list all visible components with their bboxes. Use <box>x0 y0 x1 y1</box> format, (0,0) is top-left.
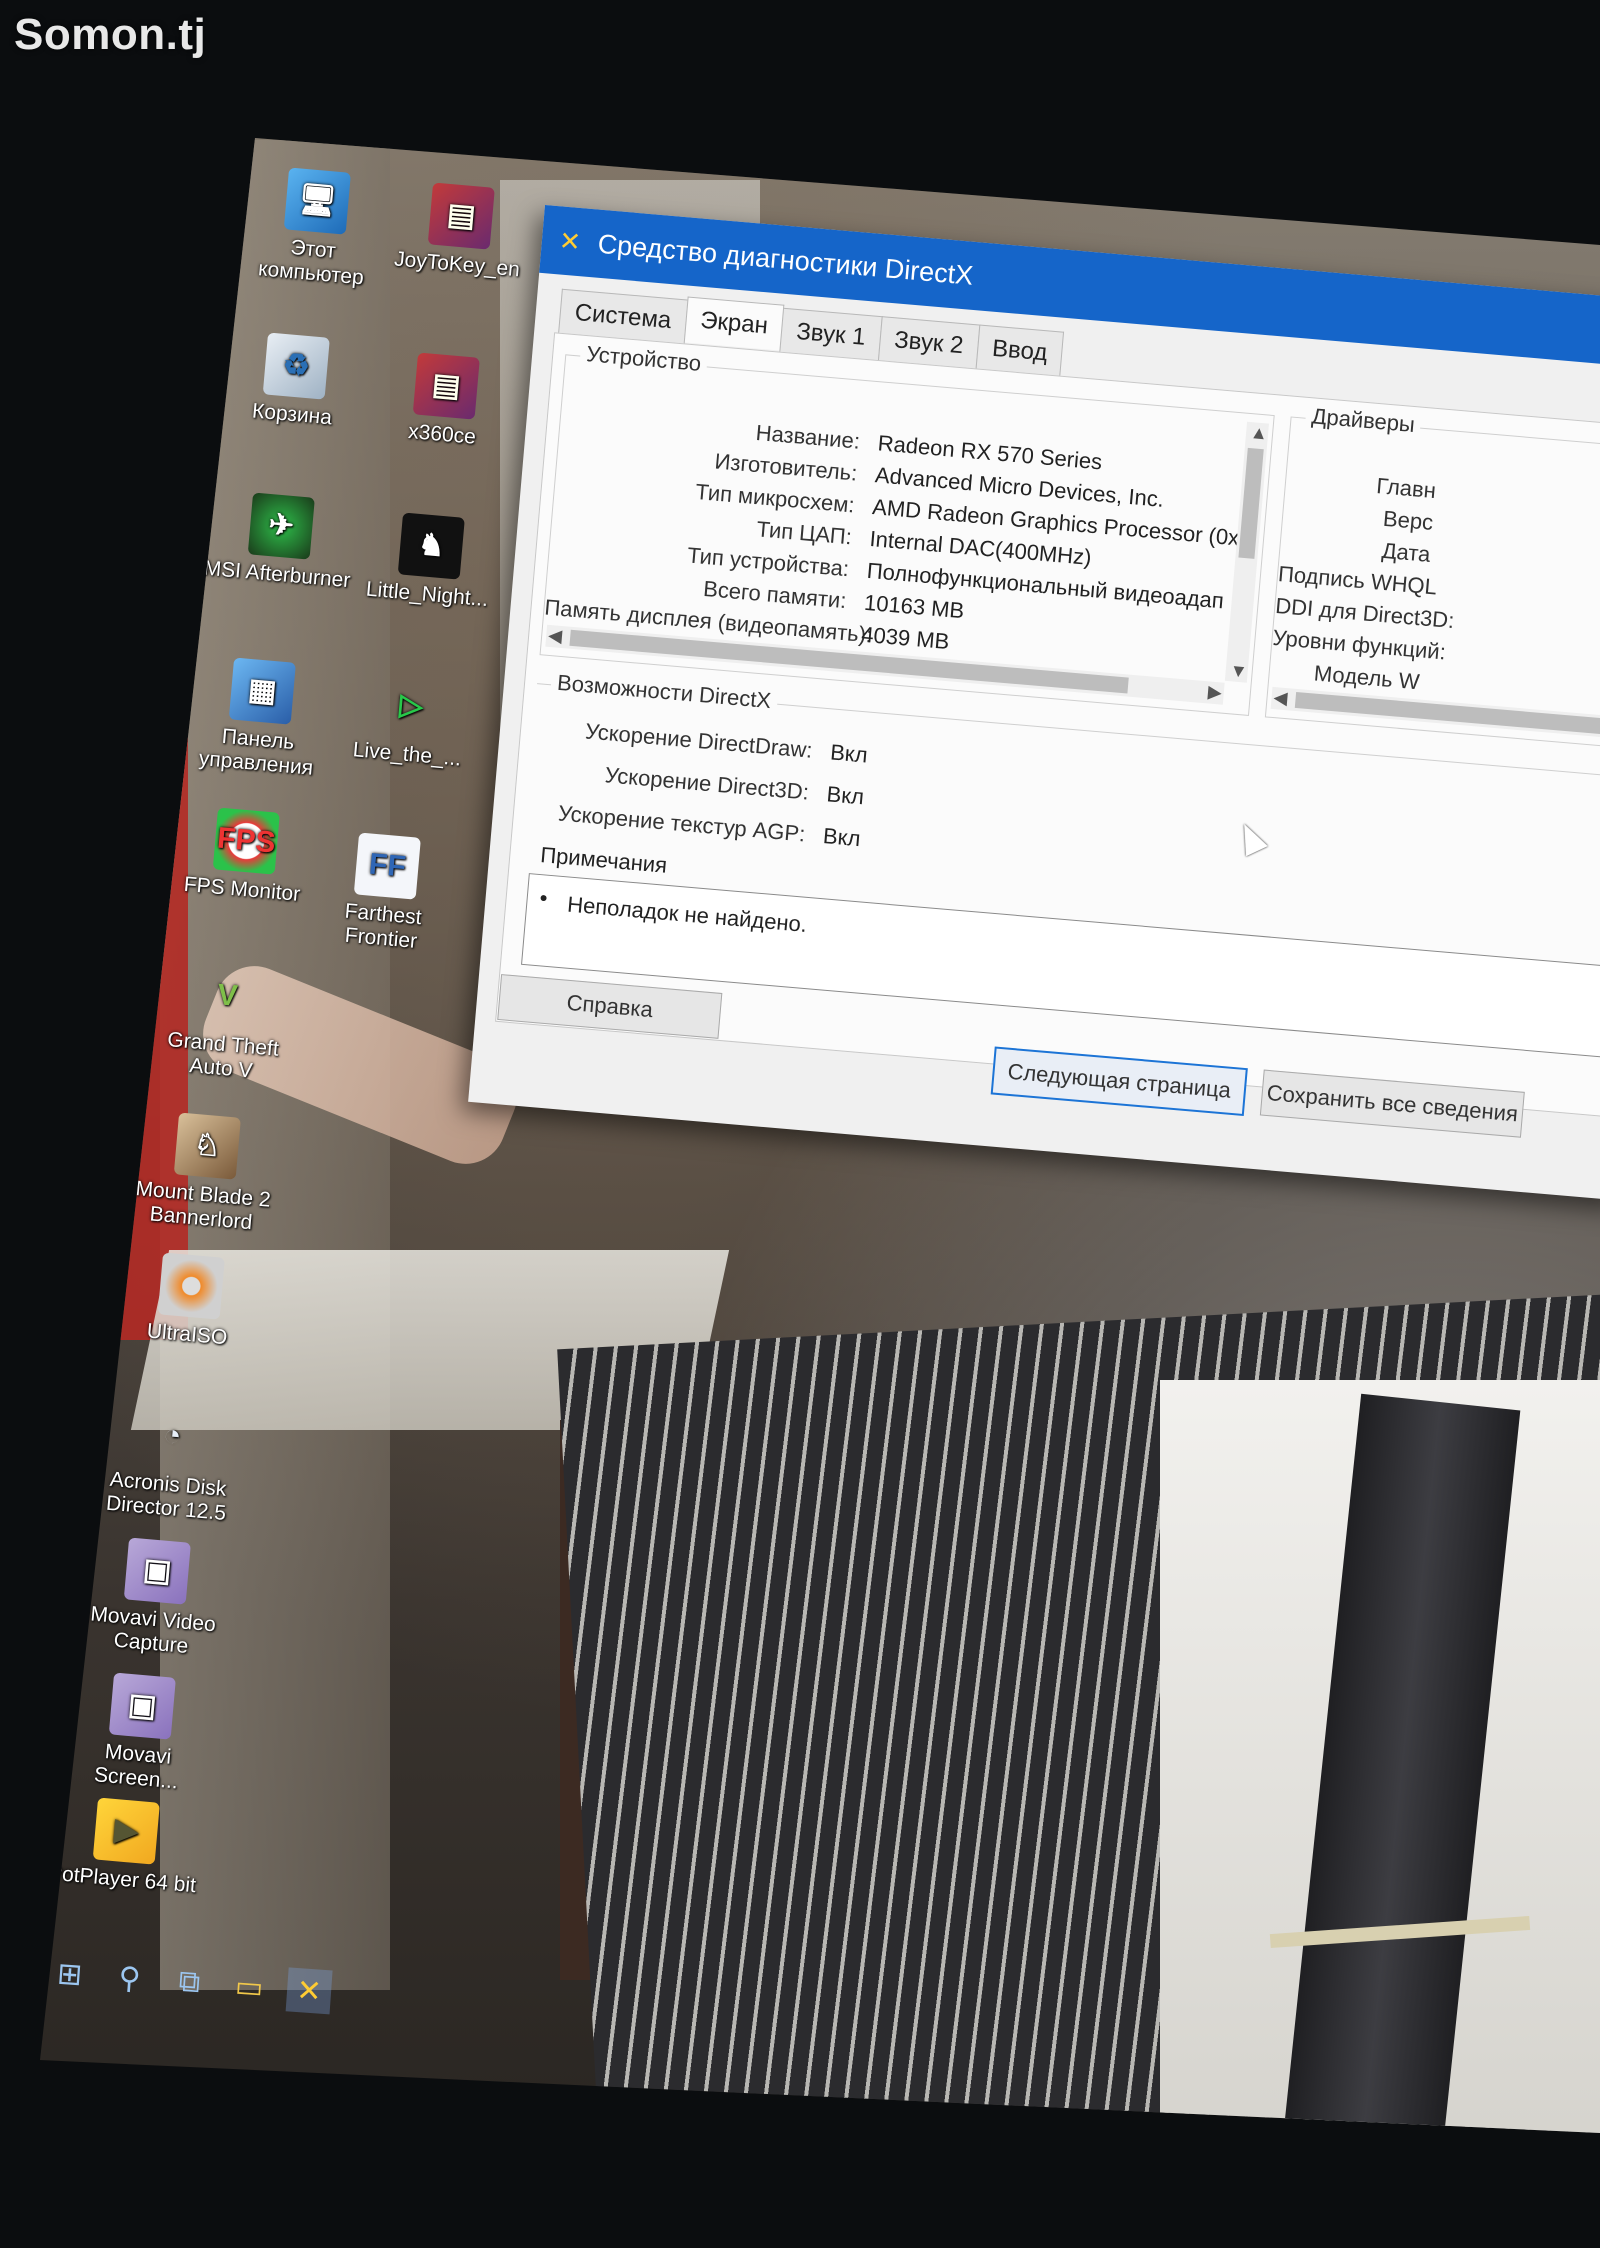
desktop-icon-bannerlord[interactable]: ♘ Mount Blade 2 Bannerlord <box>125 1109 285 1238</box>
desktop-icon-label: Этот компьютер <box>257 235 365 290</box>
desktop-icon-movavi-screen[interactable]: ▣ Movavi Screen... <box>60 1669 220 1798</box>
drivers-horizontal-scrollbar[interactable]: ◀ <box>1270 686 1600 743</box>
directx-features-title: Возможности DirectX <box>550 669 779 715</box>
notes-item: Неполадок не найдено. <box>566 891 808 937</box>
desktop-icon-ultraiso[interactable]: UltraISO <box>111 1249 268 1354</box>
desktop-icon-acronis[interactable]: ◔ Acronis Disk Director 12.5 <box>90 1399 250 1528</box>
desktop-icon-label: Mount Blade 2 Bannerlord <box>134 1177 272 1235</box>
desktop-icon-potplayer[interactable]: ▶ PotPlayer 64 bit <box>46 1794 203 1899</box>
field-value: Вкл <box>822 823 862 852</box>
scroll-left-icon[interactable]: ◀ <box>1273 687 1289 709</box>
field-label: Ускорение текстур AGP: <box>557 800 807 847</box>
scroll-left-icon[interactable]: ◀ <box>547 625 563 647</box>
mp3-play-icon: ▷ <box>398 688 425 724</box>
start-icon[interactable]: ⊞ <box>46 1951 93 1998</box>
desktop-icon-gta-v[interactable]: V Grand Theft Auto V <box>145 959 305 1088</box>
task-view-icon[interactable]: ⧉ <box>166 1959 213 2006</box>
winrar-icon: ▤ <box>412 352 480 420</box>
directx-diagnostic-dialog: ✕ Средство диагностики DirectX Система Э… <box>468 205 1600 1201</box>
notes-title: Примечания <box>539 842 669 878</box>
search-icon[interactable]: ⚲ <box>106 1955 153 2002</box>
potplayer-icon: ▶ <box>92 1797 160 1865</box>
field-label: Ускорение Direct3D: <box>603 762 810 805</box>
scroll-thumb[interactable] <box>1238 447 1264 559</box>
drivers-group: Драйверы Главн Верс Дата Подпись WHQL DD… <box>1264 402 1600 754</box>
game-icon: ♞ <box>397 512 465 580</box>
movavi-icon: ▣ <box>108 1672 176 1740</box>
recycle-bin-icon: ♻ <box>262 332 330 400</box>
desktop-icon-label: PotPlayer 64 bit <box>47 1861 197 1898</box>
gta-icon: V <box>215 978 239 1013</box>
desktop-icon-live-the[interactable]: ▷ Live_the_... <box>331 669 488 774</box>
desktop-icon-label: x360ce <box>407 419 477 449</box>
desktop-screen: 🖥 Этот компьютер ▤ JoyToKey_en ♻ Корзина… <box>40 138 1600 2133</box>
winrar-icon: ▤ <box>427 182 495 250</box>
field-value: 4039 MB <box>860 621 951 655</box>
device-group: Устройство Название: Radeon RX 570 Series… <box>539 340 1275 716</box>
desktop-icon-label: Grand Theft Auto V <box>166 1028 280 1083</box>
dialog-title: Средство диагностики DirectX <box>596 228 975 291</box>
scroll-down-icon[interactable]: ▼ <box>1229 660 1248 682</box>
desktop-icon-label: Farthest Frontier <box>343 899 423 953</box>
afterburner-icon: ✈ <box>247 492 315 560</box>
drivers-group-title: Драйверы <box>1304 402 1422 439</box>
desktop-icon-msi-afterburner[interactable]: ✈ MSI Afterburner <box>201 489 358 594</box>
file-explorer-icon[interactable]: ▭ <box>226 1963 273 2010</box>
desktop-icon-control-panel[interactable]: ▦ Панель управления <box>180 654 340 783</box>
desktop-icon-label: JoyToKey_en <box>393 247 521 282</box>
acronis-icon: ◔ <box>161 1418 183 1453</box>
ultraiso-icon <box>157 1252 225 1320</box>
desktop-icon-x360ce[interactable]: ▤ x360ce <box>366 349 523 454</box>
movavi-icon: ▣ <box>123 1537 191 1605</box>
bannerlord-icon: ♘ <box>173 1112 241 1180</box>
desktop-icon-label: Movavi Screen... <box>93 1740 179 1794</box>
desktop-icon-label: Панель управления <box>197 724 315 780</box>
field-value: Вкл <box>825 781 866 810</box>
farthest-frontier-icon: FF <box>353 832 421 900</box>
field-value: 10163 MB <box>863 589 966 624</box>
fps-monitor-icon: FPS <box>212 807 280 875</box>
tab-display[interactable]: Экран <box>683 296 785 351</box>
scroll-right-icon[interactable]: ▶ <box>1207 681 1223 703</box>
desktop-icon-label: Movavi Video Capture <box>89 1602 217 1659</box>
desktop-icon-label: Acronis Disk Director 12.5 <box>105 1467 228 1526</box>
scroll-thumb[interactable] <box>1294 691 1600 740</box>
desktop-icon-movavi-capture[interactable]: ▣ Movavi Video Capture <box>75 1534 235 1663</box>
desktop-icon-this-pc[interactable]: 🖥 Этот компьютер <box>235 164 395 293</box>
desktop-icon-little-nightmares[interactable]: ♞ Little_Night... <box>351 509 508 614</box>
desktop-icon-fps-monitor[interactable]: FPS FPS Monitor <box>166 804 323 909</box>
directx-icon[interactable]: ✕ <box>285 1967 333 2015</box>
desktop-icon-joytokey[interactable]: ▤ JoyToKey_en <box>381 179 538 284</box>
control-panel-icon: ▦ <box>228 657 296 725</box>
computer-icon: 🖥 <box>283 167 351 235</box>
device-vertical-scrollbar[interactable]: ▲ ▼ <box>1224 421 1269 683</box>
field-label: Ускорение DirectDraw: <box>584 718 814 763</box>
notes-bullet: • <box>538 885 549 911</box>
scroll-up-icon[interactable]: ▲ <box>1249 422 1268 444</box>
field-value: Вкл <box>829 739 869 768</box>
directx-icon: ✕ <box>557 224 583 257</box>
device-group-title: Устройство <box>579 340 709 378</box>
desktop-icon-farthest-frontier[interactable]: FF Farthest Frontier <box>305 829 465 958</box>
watermark-logo: Somon.tj <box>14 10 207 59</box>
desktop-icon-recycle-bin[interactable]: ♻ Корзина <box>216 329 373 434</box>
